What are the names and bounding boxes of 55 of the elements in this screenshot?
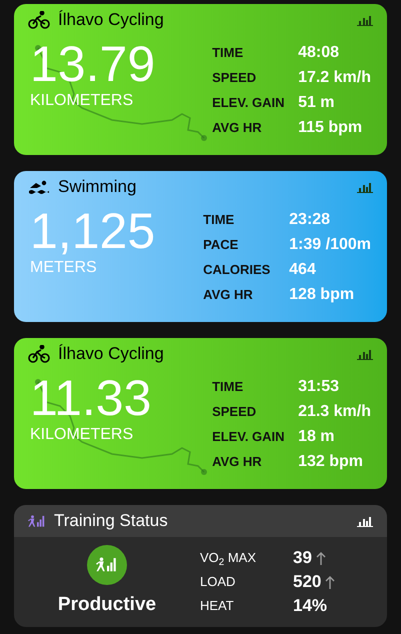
stat-label: AVG HR: [212, 452, 263, 471]
bar-chart-icon[interactable]: [357, 515, 373, 527]
stat-label: SPEED: [212, 68, 258, 87]
stat-value: 48:08: [298, 42, 340, 62]
distance-value: 1,125: [30, 203, 156, 259]
stat-value: 464: [289, 260, 317, 280]
bicycle-icon: [28, 11, 50, 29]
stat-label: AVG HR: [203, 286, 254, 304]
stat-label: TIME: [212, 44, 244, 62]
stat-label: TIME: [203, 210, 236, 229]
stat-label: CALORIES: [203, 260, 272, 279]
bar-chart-icon[interactable]: [357, 348, 373, 360]
stat-value: 128 bpm: [289, 284, 356, 304]
stat-label: TIME: [212, 378, 244, 396]
activity-title: Swimming: [58, 176, 136, 198]
card-title: Training Status: [54, 510, 168, 532]
distance-unit: KILOMETERS: [30, 426, 134, 444]
activity-card[interactable]: Ílhavo Cycling 11.33 KILOMETERS TIME 31:53 SPEED 21.3 km/h ELEV. GAIN 18 m AVG HR 132 bpm: [14, 338, 387, 489]
stat-value: 17.2 km/h: [298, 68, 371, 88]
stat-value: 132 bpm: [298, 452, 364, 472]
stat-value: 115 bpm: [298, 118, 364, 138]
stat-label: SPEED: [212, 402, 258, 421]
activity-card[interactable]: Ílhavo Cycling 13.79 KILOMETERS TIME 48:08 SPEED 17.2 km/h ELEV. GAIN 51 m AVG HR 115 bpm: [14, 4, 387, 155]
runner-bars-icon: [28, 514, 46, 528]
distance-value: 11.33: [30, 370, 152, 426]
metric-label: HEAT: [200, 597, 235, 616]
bar-chart-icon[interactable]: [357, 14, 373, 26]
stat-label: AVG HR: [212, 118, 263, 137]
metric-value: 14%: [293, 595, 328, 618]
distance-unit: KILOMETERS: [30, 92, 134, 110]
status-label: Productive: [58, 592, 156, 617]
stat-label: ELEV. GAIN: [212, 428, 286, 446]
stat-label: ELEV. GAIN: [212, 94, 286, 112]
metric-value: 520: [293, 571, 322, 594]
metric-label: VO$_{2}$ MAX: [200, 549, 258, 568]
stat-value: 1:39 /100m: [289, 234, 371, 254]
bicycle-icon: [28, 345, 50, 363]
metric-label: LOAD: [200, 573, 236, 592]
metric-value: 39: [293, 547, 312, 570]
activity-title: Ílhavo Cycling: [58, 343, 164, 366]
stat-value: 51 m: [298, 92, 336, 112]
activity-card[interactable]: Swimming 1,125 METERS TIME 23:28 PACE 1:39 /100m CALORIES 464 AVG HR 128 bpm: [14, 171, 387, 322]
stat-label: PACE: [203, 236, 240, 254]
distance-unit: METERS: [30, 259, 98, 277]
stat-value: 31:53: [298, 376, 340, 396]
training-status-card[interactable]: Training Status Productive VO$_{2}$ MAX 39 LOAD 520 HEAT 14%: [14, 505, 387, 627]
activity-title: Ílhavo Cycling: [58, 9, 164, 32]
up-arrow-icon: [325, 576, 336, 588]
distance-value: 13.79: [30, 36, 156, 92]
stat-value: 18 m: [298, 426, 336, 446]
stat-value: 21.3 km/h: [298, 402, 371, 422]
stat-value: 23:28: [289, 210, 332, 230]
up-arrow-icon: [316, 552, 326, 564]
runner-bars-icon: [96, 557, 118, 572]
bar-chart-icon[interactable]: [357, 181, 373, 193]
